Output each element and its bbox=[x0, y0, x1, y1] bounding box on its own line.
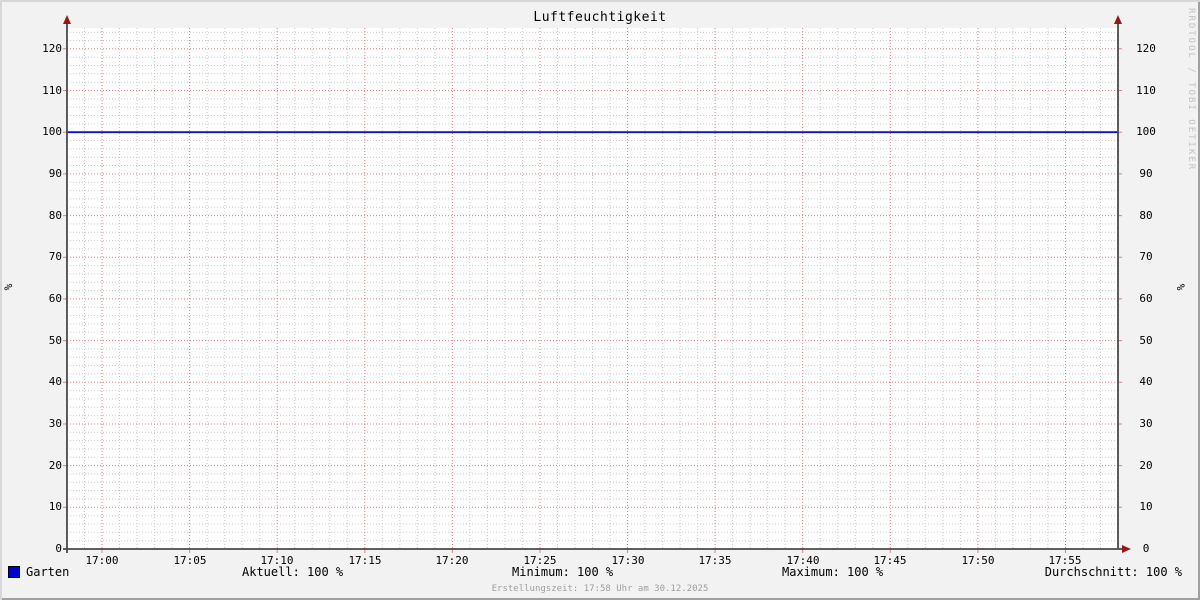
x-tick-label: 17:20 bbox=[435, 554, 469, 567]
y-tick-label: 110 bbox=[1136, 84, 1156, 97]
y-tick-label: 80 bbox=[1139, 209, 1153, 222]
y-tick-label: 120 bbox=[42, 42, 62, 55]
y-axis-unit-left: % bbox=[2, 283, 15, 291]
legend-stat-minimum: Minimum: 100 % bbox=[512, 565, 614, 579]
legend-stat-durchschnitt: Durchschnitt: 100 % bbox=[1044, 565, 1182, 579]
y-tick-label: 10 bbox=[1139, 500, 1153, 513]
chart-area bbox=[0, 0, 1200, 600]
legend-stat-aktuell: Aktuell: 100 % bbox=[242, 565, 344, 579]
y-tick-label: 0 bbox=[1142, 542, 1150, 555]
y-tick-label: 20 bbox=[48, 459, 62, 472]
y-tick-label: 110 bbox=[42, 84, 62, 97]
y-tick-label: 100 bbox=[42, 125, 62, 138]
rrdtool-watermark: RRDTOOL / TOBI OETIKER bbox=[1186, 8, 1196, 172]
y-tick-label: 90 bbox=[1139, 167, 1153, 180]
x-tick-label: 17:50 bbox=[961, 554, 995, 567]
y-tick-label: 40 bbox=[1139, 375, 1153, 388]
legend-stat-maximum: Maximum: 100 % bbox=[782, 565, 884, 579]
y-tick-label: 60 bbox=[1139, 292, 1153, 305]
y-tick-label: 20 bbox=[1139, 459, 1153, 472]
y-tick-label: 80 bbox=[48, 209, 62, 222]
y-tick-label: 70 bbox=[1139, 250, 1153, 263]
y-tick-label: 70 bbox=[48, 250, 62, 263]
y-tick-label: 50 bbox=[48, 334, 62, 347]
y-tick-label: 90 bbox=[48, 167, 62, 180]
y-tick-label: 60 bbox=[48, 292, 62, 305]
y-tick-label: 40 bbox=[48, 375, 62, 388]
y-tick-label: 100 bbox=[1136, 125, 1156, 138]
x-tick-label: 17:15 bbox=[348, 554, 382, 567]
y-tick-label: 50 bbox=[1139, 334, 1153, 347]
x-tick-label: 17:35 bbox=[698, 554, 732, 567]
y-tick-label: 120 bbox=[1136, 42, 1156, 55]
y-axis-unit-right: % bbox=[1174, 283, 1187, 291]
x-tick-label: 17:00 bbox=[85, 554, 119, 567]
creation-time-footer: Erstellungszeit: 17:58 Uhr am 30.12.2025 bbox=[491, 584, 709, 594]
legend-color-swatch bbox=[8, 566, 20, 578]
x-tick-label: 17:30 bbox=[611, 554, 645, 567]
y-tick-label: 10 bbox=[48, 500, 62, 513]
y-tick-label: 0 bbox=[55, 542, 62, 555]
y-tick-label: 30 bbox=[48, 417, 62, 430]
legend-series-label: Garten bbox=[26, 565, 70, 579]
y-tick-label: 30 bbox=[1139, 417, 1153, 430]
x-tick-label: 17:05 bbox=[173, 554, 207, 567]
rrdtool-graph: Luftfeuchtigkeit 0 10 20 30 40 50 60 70 80 90 100 1… bbox=[0, 0, 1200, 600]
chart-grid bbox=[63, 15, 1131, 553]
